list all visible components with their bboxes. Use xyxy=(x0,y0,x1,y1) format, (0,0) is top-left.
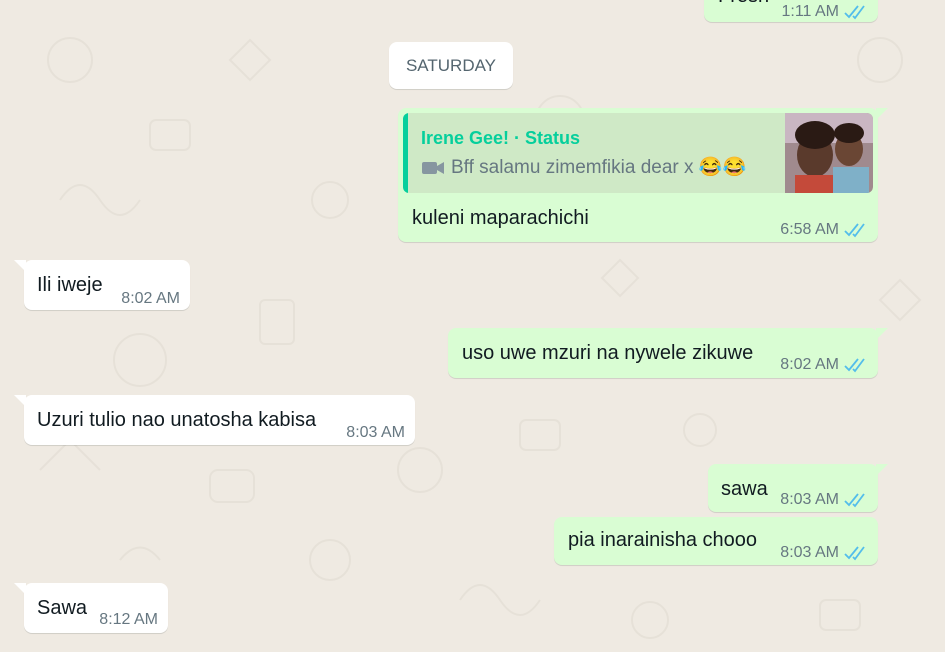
message-bubble-incoming[interactable]: Ili iweje 8:02 AM xyxy=(14,260,190,312)
read-double-tick-icon xyxy=(844,358,865,373)
message-meta: 8:02 AM xyxy=(121,286,180,312)
video-camera-icon xyxy=(422,162,444,174)
bubble-tail xyxy=(876,464,888,476)
quote-text: Bff salamu zimemfikia dear x 😂😂 xyxy=(451,157,747,178)
message-bubble-outgoing[interactable]: Fresh 1:11 AM xyxy=(704,0,878,22)
message-text: Fresh xyxy=(718,0,769,9)
message-bubble-incoming[interactable]: Sawa 8:12 AM xyxy=(14,583,168,633)
message-bubble-outgoing[interactable]: pia inarainisha chooo 8:03 AM xyxy=(554,517,878,565)
message-text: kuleni maparachichi xyxy=(412,207,589,229)
bubble-tail xyxy=(14,260,26,272)
message-time: 8:02 AM xyxy=(121,290,180,307)
message-text: Sawa xyxy=(37,597,88,619)
message-time: 8:03 AM xyxy=(346,424,405,441)
bubble-tail xyxy=(876,108,888,120)
message-bubble-outgoing[interactable]: uso uwe mzuri na nywele zikuwe 8:02 AM xyxy=(448,328,888,378)
message-time: 8:03 AM xyxy=(780,544,839,561)
message-text: pia inarainisha chooo xyxy=(568,529,758,551)
read-double-tick-icon xyxy=(844,5,865,20)
message-bubble-outgoing[interactable]: sawa 8:03 AM xyxy=(708,464,888,513)
date-separator: SATURDAY xyxy=(389,42,513,89)
message-meta: 8:03 AM xyxy=(346,420,405,446)
read-double-tick-icon xyxy=(844,493,865,508)
quote-line: Bff salamu zimemfikia dear x 😂😂 xyxy=(421,155,746,181)
status-thumbnail[interactable] xyxy=(785,113,873,193)
message-text: sawa xyxy=(721,478,768,500)
bubble-tail xyxy=(14,583,26,595)
message-text: uso uwe mzuri na nywele zikuwe xyxy=(462,342,754,364)
status-photo xyxy=(785,113,873,193)
message-text: Ili iweje xyxy=(37,274,103,296)
message-bubble-outgoing[interactable]: Irene Gee! · Status Bff salamu zimemfiki… xyxy=(398,108,888,243)
read-double-tick-icon xyxy=(844,546,865,561)
quote-author: Irene Gee! · Status xyxy=(421,128,581,148)
read-double-tick-icon xyxy=(844,223,865,238)
message-time: 8:12 AM xyxy=(99,611,158,628)
message-meta: 8:02 AM xyxy=(780,352,868,378)
message-meta: 1:11 AM xyxy=(781,0,868,25)
message-time: 8:03 AM xyxy=(780,491,839,508)
bubble-tail xyxy=(876,328,888,340)
message-time: 6:58 AM xyxy=(780,221,839,238)
bubble-tail xyxy=(14,395,26,407)
quoted-status-reply[interactable]: Irene Gee! · Status Bff salamu zimemfiki… xyxy=(403,113,873,193)
quote-accent-bar xyxy=(403,113,408,193)
message-bubble-incoming[interactable]: Uzuri tulio nao unatosha kabisa 8:03 AM xyxy=(14,395,415,446)
message-meta: 8:03 AM xyxy=(780,487,868,513)
message-time: 1:11 AM xyxy=(781,3,839,20)
message-meta: 8:12 AM xyxy=(99,607,158,633)
message-meta: 6:58 AM xyxy=(780,217,868,243)
message-text: Uzuri tulio nao unatosha kabisa xyxy=(37,409,317,431)
message-time: 8:02 AM xyxy=(780,356,839,373)
message-meta: 8:03 AM xyxy=(780,540,868,566)
